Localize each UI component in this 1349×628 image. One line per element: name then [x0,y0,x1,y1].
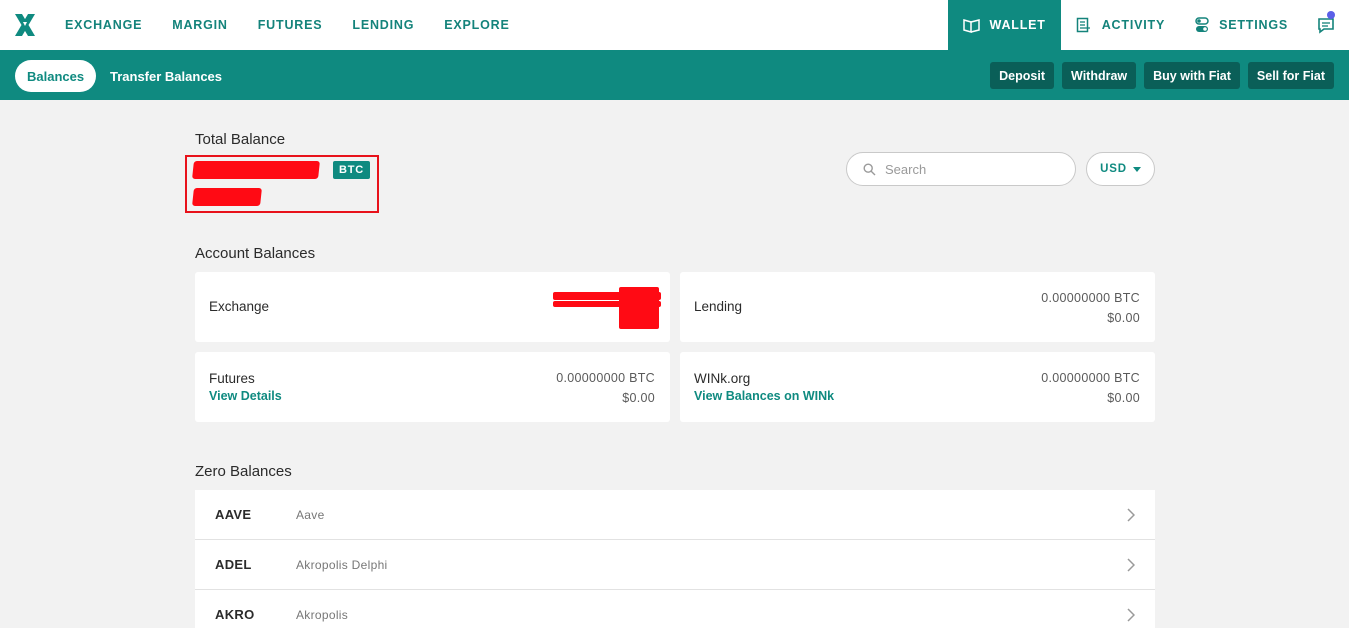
wink-usd-value: $0.00 [1107,391,1140,405]
nav-margin[interactable]: MARGIN [172,18,228,32]
exchange-balance-card[interactable]: Exchange [195,272,670,342]
futures-btc-value: 0.00000000 BTC [556,371,655,385]
wink-balance-card: WINk.org View Balances on WINk 0.0000000… [680,352,1155,422]
redaction-mark [192,161,320,179]
wink-label: WINk.org [694,371,751,386]
chevron-right-icon [1127,607,1135,622]
chevron-right-icon [1127,507,1135,522]
search-input[interactable] [885,161,1055,177]
search-box [846,152,1076,186]
list-item[interactable]: AKRO Akropolis [195,590,1155,628]
btc-badge: BTC [333,161,371,179]
wink-btc-value: 0.00000000 BTC [1041,371,1140,385]
coin-symbol: ADEL [215,557,252,572]
total-balance-heading: Total Balance [195,131,286,148]
tab-transfer-balances[interactable]: Transfer Balances [110,60,222,92]
redaction-mark [619,287,659,329]
chevron-right-icon [1127,557,1135,572]
lending-usd-value: $0.00 [1107,311,1140,325]
lending-btc-value: 0.00000000 BTC [1041,291,1140,305]
search-icon [863,162,876,175]
activity-icon [1076,17,1090,33]
nav-explore[interactable]: EXPLORE [444,18,509,32]
zero-balances-list: AAVE Aave ADEL Akropolis Delphi AKRO Akr… [195,490,1155,628]
notification-dot [1327,11,1335,19]
buy-with-fiat-button[interactable]: Buy with Fiat [1144,62,1240,89]
lending-label: Lending [694,299,743,314]
currency-select[interactable]: USD [1086,152,1155,186]
tab-balances[interactable]: Balances [15,60,97,92]
wallet-icon [962,18,980,33]
view-details-link[interactable]: View Details [209,389,282,403]
nav-lending[interactable]: LENDING [352,18,414,32]
zero-balances-heading: Zero Balances [195,463,292,480]
deposit-button[interactable]: Deposit [990,62,1054,89]
main-nav: EXCHANGE MARGIN FUTURES LENDING EXPLORE [65,0,540,50]
futures-label: Futures [209,371,255,386]
top-navbar: EXCHANGE MARGIN FUTURES LENDING EXPLORE … [0,0,1349,50]
coin-name: Aave [296,507,325,522]
coin-name: Akropolis [296,607,349,622]
nav-settings[interactable]: SETTINGS [1180,0,1303,50]
exchange-label: Exchange [209,299,270,314]
lending-balance-card[interactable]: Lending 0.00000000 BTC $0.00 [680,272,1155,342]
account-balances-heading: Account Balances [195,245,316,262]
list-item[interactable]: ADEL Akropolis Delphi [195,540,1155,590]
nav-exchange[interactable]: EXCHANGE [65,18,142,32]
view-balances-on-wink-link[interactable]: View Balances on WINk [694,389,834,403]
wallet-subnav: Balances Transfer Balances Deposit Withd… [0,50,1349,100]
redaction-mark [192,188,262,206]
nav-activity-label: ACTIVITY [1101,18,1166,32]
coin-name: Akropolis Delphi [296,557,388,572]
caret-down-icon [1132,166,1141,172]
futures-balance-card: Futures View Details 0.00000000 BTC $0.0… [195,352,670,422]
coin-symbol: AAVE [215,507,252,522]
withdraw-button[interactable]: Withdraw [1062,62,1137,89]
nav-futures[interactable]: FUTURES [258,18,323,32]
wallet-actions: Deposit Withdraw Buy with Fiat Sell for … [982,62,1334,89]
user-nav: WALLET ACTIVITY SETTINGS [947,0,1349,50]
nav-wallet-label: WALLET [989,18,1046,32]
futures-usd-value: $0.00 [622,391,655,405]
nav-settings-label: SETTINGS [1219,18,1288,32]
redacted-total-balance: BTC [185,155,379,213]
chat-icon [1318,17,1334,34]
chat-button[interactable] [1303,0,1349,50]
nav-wallet[interactable]: WALLET [947,0,1061,50]
nav-activity[interactable]: ACTIVITY [1061,0,1180,50]
poloniex-logo-icon[interactable] [14,13,36,37]
sell-for-fiat-button[interactable]: Sell for Fiat [1247,62,1334,89]
coin-symbol: AKRO [215,607,255,622]
currency-selected: USD [1100,163,1127,175]
settings-toggle-icon [1195,17,1209,32]
list-item[interactable]: AAVE Aave [195,490,1155,540]
